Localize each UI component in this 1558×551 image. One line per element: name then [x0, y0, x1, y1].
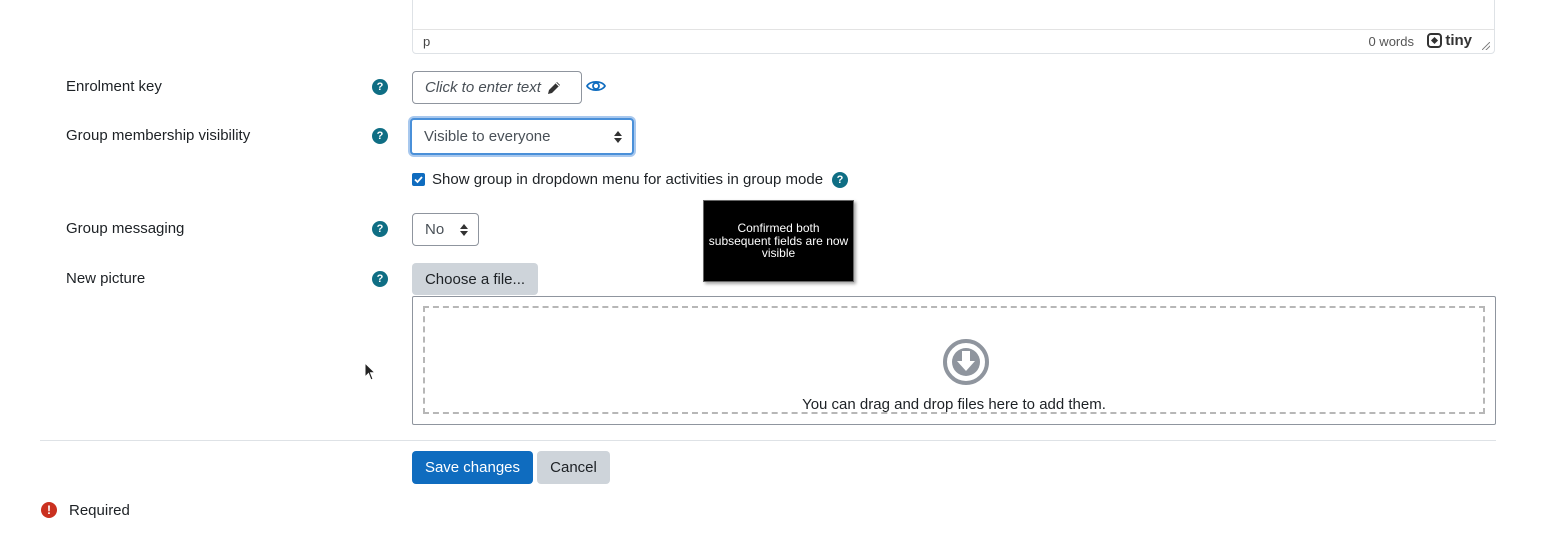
choose-file-button[interactable]: Choose a file...	[412, 263, 538, 295]
editor-statusbar: p 0 words tiny	[413, 29, 1494, 53]
help-icon[interactable]: ?	[372, 128, 388, 144]
visibility-select[interactable]: Visible to everyone	[410, 118, 634, 155]
select-arrows-icon	[460, 223, 468, 236]
enrolment-key-field[interactable]: Click to enter text	[412, 71, 582, 104]
editor-word-count[interactable]: 0 words	[1368, 34, 1414, 49]
pencil-icon	[547, 81, 560, 94]
tiny-logo-text: tiny	[1445, 32, 1472, 49]
description-editor[interactable]: p 0 words tiny	[412, 0, 1495, 54]
help-icon[interactable]: ?	[372, 79, 388, 95]
group-messaging-selected: No	[425, 221, 445, 238]
tiny-logo-icon	[1427, 33, 1443, 48]
help-icon[interactable]: ?	[832, 172, 848, 188]
save-changes-button[interactable]: Save changes	[412, 451, 533, 484]
select-arrows-icon	[614, 130, 622, 143]
group-messaging-label: Group messaging	[66, 220, 185, 237]
drop-zone-text: You can drag and drop files here to add …	[802, 396, 1106, 413]
mouse-cursor-icon	[364, 362, 377, 381]
help-icon[interactable]: ?	[372, 221, 388, 237]
editor-element-path[interactable]: p	[423, 34, 430, 49]
group-messaging-select[interactable]: No	[412, 213, 479, 246]
help-icon[interactable]: ?	[372, 271, 388, 287]
checkmark-icon	[414, 176, 423, 184]
tooltip-text: Confirmed both subsequent fields are now…	[708, 221, 849, 261]
arrow-down-circle-icon	[943, 339, 989, 385]
new-picture-label: New picture	[66, 270, 146, 287]
file-picker: You can drag and drop files here to add …	[412, 296, 1496, 425]
drop-zone[interactable]: You can drag and drop files here to add …	[423, 306, 1485, 414]
enrolment-key-label: Enrolment key	[66, 78, 162, 95]
show-in-dropdown-label[interactable]: Show group in dropdown menu for activiti…	[432, 171, 823, 188]
enrolment-key-value: Click to enter text	[425, 79, 541, 96]
visibility-label: Group membership visibility	[66, 127, 251, 144]
required-label: Required	[69, 502, 130, 519]
tiny-logo[interactable]: tiny	[1427, 32, 1472, 49]
cancel-button[interactable]: Cancel	[537, 451, 610, 484]
show-in-dropdown-checkbox[interactable]	[412, 173, 425, 186]
required-icon: !	[41, 502, 57, 518]
resize-handle-icon[interactable]	[1482, 42, 1490, 50]
visibility-selected: Visible to everyone	[424, 128, 551, 145]
eye-icon[interactable]	[586, 78, 606, 94]
form-divider	[40, 440, 1496, 441]
annotation-tooltip: Confirmed both subsequent fields are now…	[703, 200, 854, 282]
